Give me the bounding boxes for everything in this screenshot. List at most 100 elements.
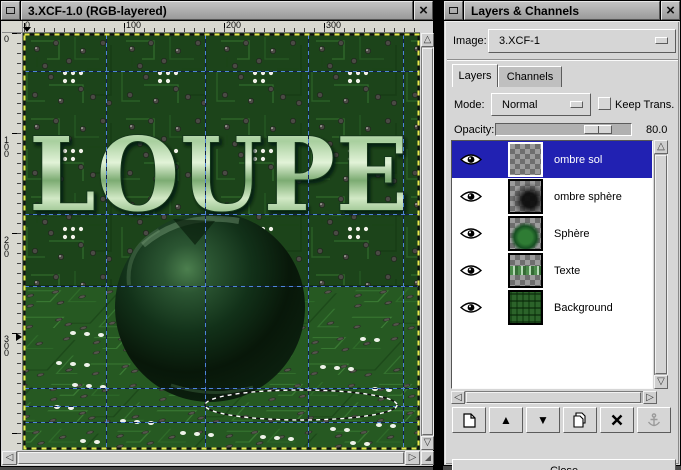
layer-list: ombre sol ombre sphère Sphère bbox=[451, 140, 653, 389]
layer-row-sphere[interactable]: Sphère bbox=[452, 215, 652, 252]
separator bbox=[447, 59, 678, 61]
horizontal-ruler[interactable]: 0 100 200 300 bbox=[23, 21, 420, 33]
dialog-titlebar[interactable]: Layers & Channels × bbox=[444, 1, 680, 21]
layer-row-ombre-sphere[interactable]: ombre sphère bbox=[452, 178, 652, 215]
image-window-title: 3.XCF-1.0 (RGB-layered) bbox=[21, 1, 413, 20]
layer-name[interactable]: ombre sphère bbox=[554, 178, 622, 215]
visibility-eye-icon[interactable] bbox=[460, 264, 482, 277]
new-layer-button[interactable] bbox=[452, 407, 486, 433]
layer-name[interactable]: Texte bbox=[554, 252, 580, 289]
v-ruler-label: 0 bbox=[4, 36, 12, 43]
tab-label: Layers bbox=[458, 70, 491, 82]
mode-select[interactable]: Normal bbox=[491, 93, 591, 116]
scroll-left-icon[interactable]: ◁ bbox=[451, 391, 465, 404]
tab-layers[interactable]: Layers bbox=[452, 64, 498, 87]
window-gap bbox=[433, 0, 443, 470]
canvas-artwork: LOUPE bbox=[23, 33, 420, 450]
ruler-position-marker bbox=[16, 333, 22, 341]
lower-layer-button[interactable]: ▼ bbox=[526, 407, 560, 433]
close-icon: × bbox=[666, 3, 675, 18]
close-dialog-button[interactable]: Close bbox=[452, 459, 676, 470]
layer-row-ombre-sol[interactable]: ombre sol bbox=[452, 141, 652, 178]
opacity-value: 80.0 bbox=[646, 124, 667, 136]
ruler-corner bbox=[2, 21, 23, 33]
duplicate-layer-button[interactable] bbox=[563, 407, 597, 433]
scrollbar-thumb[interactable] bbox=[655, 155, 667, 374]
close-window-button[interactable]: × bbox=[661, 1, 680, 20]
layer-name[interactable]: Background bbox=[554, 289, 613, 326]
window-menu-button[interactable] bbox=[1, 1, 20, 20]
window-menu-button[interactable] bbox=[444, 1, 463, 20]
anchor-layer-button[interactable] bbox=[637, 407, 671, 433]
image-window-titlebar[interactable]: 3.XCF-1.0 (RGB-layered) × bbox=[1, 1, 433, 21]
scrollbar-thumb[interactable] bbox=[18, 452, 404, 464]
layers-channels-window: Layers & Channels × Image: 3.XCF-1 Layer… bbox=[443, 0, 681, 466]
opacity-slider[interactable] bbox=[495, 123, 632, 136]
close-button-label: Close bbox=[550, 465, 578, 470]
layer-row-background[interactable]: Background bbox=[452, 289, 652, 326]
close-icon: × bbox=[419, 3, 428, 18]
h-ruler-label: 300 bbox=[326, 21, 341, 30]
ruler-position-marker bbox=[23, 27, 31, 32]
layer-row-texte[interactable]: Texte bbox=[452, 252, 652, 289]
scroll-up-icon[interactable]: △ bbox=[421, 33, 434, 47]
v-ruler-label: 200 bbox=[4, 237, 12, 258]
image-label: Image: bbox=[453, 35, 487, 47]
thumbnail-checker bbox=[510, 144, 541, 175]
tab-label: Channels bbox=[507, 71, 553, 83]
keep-trans-checkbox[interactable] bbox=[598, 97, 611, 110]
scrollbar-thumb[interactable] bbox=[422, 48, 433, 435]
list-vertical-scrollbar[interactable]: △ ▽ bbox=[654, 140, 668, 389]
dialog-body: Image: 3.XCF-1 Layers Channels Mode: Nor… bbox=[445, 21, 679, 464]
lower-icon: ▼ bbox=[537, 413, 549, 427]
h-ruler-label: 100 bbox=[126, 21, 141, 30]
scroll-down-icon[interactable]: ▽ bbox=[654, 375, 668, 389]
thumbnail-background bbox=[510, 292, 541, 323]
raise-layer-button[interactable]: ▲ bbox=[489, 407, 523, 433]
layer-name[interactable]: Sphère bbox=[554, 215, 589, 252]
option-menu-indicator-icon bbox=[655, 37, 668, 44]
delete-layer-button[interactable] bbox=[600, 407, 634, 433]
duplicate-pages-icon bbox=[572, 412, 588, 428]
vertical-ruler[interactable]: 0 100 200 300 bbox=[2, 33, 23, 450]
layer-thumbnail[interactable] bbox=[508, 253, 543, 288]
image-canvas[interactable]: LOUPE bbox=[23, 33, 420, 450]
layer-name[interactable]: ombre sol bbox=[554, 141, 602, 178]
canvas-horizontal-scrollbar[interactable]: ◁ ▷ bbox=[2, 451, 420, 465]
mode-select-value: Normal bbox=[502, 99, 537, 111]
image-select[interactable]: 3.XCF-1 bbox=[488, 29, 676, 53]
option-menu-indicator-icon bbox=[570, 101, 583, 108]
navigation-corner-button[interactable] bbox=[421, 451, 434, 465]
h-ruler-label: 200 bbox=[226, 21, 241, 30]
scroll-right-icon[interactable]: ▷ bbox=[405, 451, 420, 465]
image-window: 3.XCF-1.0 (RGB-layered) × 0 100 200 300 … bbox=[0, 0, 434, 467]
visibility-eye-icon[interactable] bbox=[460, 227, 482, 240]
canvas-vertical-scrollbar[interactable]: △ ▽ bbox=[421, 33, 434, 450]
layer-thumbnail[interactable] bbox=[508, 179, 543, 214]
keep-trans-label: Keep Trans. bbox=[615, 99, 674, 111]
visibility-eye-icon[interactable] bbox=[460, 153, 482, 166]
layer-thumbnail[interactable] bbox=[508, 216, 543, 251]
opacity-label: Opacity: bbox=[454, 124, 494, 136]
close-window-button[interactable]: × bbox=[414, 1, 433, 20]
layer-thumbnail[interactable] bbox=[508, 142, 543, 177]
opacity-slider-handle[interactable] bbox=[584, 125, 612, 134]
list-horizontal-scrollbar[interactable]: ◁ ▷ bbox=[451, 391, 657, 404]
scroll-right-icon[interactable]: ▷ bbox=[643, 391, 657, 404]
nav-triangle-icon bbox=[425, 455, 431, 461]
scrollbar-thumb[interactable] bbox=[466, 392, 641, 403]
anchor-icon bbox=[647, 413, 661, 428]
raise-icon: ▲ bbox=[500, 413, 512, 427]
thumbnail-sphere bbox=[510, 218, 541, 249]
visibility-eye-icon[interactable] bbox=[460, 301, 482, 314]
scroll-up-icon[interactable]: △ bbox=[654, 140, 668, 154]
tab-channels[interactable]: Channels bbox=[498, 66, 562, 87]
new-page-icon bbox=[463, 413, 476, 428]
canvas-text: LOUPE bbox=[29, 115, 409, 234]
delete-x-icon bbox=[611, 414, 623, 426]
layer-thumbnail[interactable] bbox=[508, 290, 543, 325]
scroll-left-icon[interactable]: ◁ bbox=[2, 451, 17, 465]
visibility-eye-icon[interactable] bbox=[460, 190, 482, 203]
scroll-down-icon[interactable]: ▽ bbox=[421, 436, 434, 450]
v-ruler-label: 100 bbox=[4, 137, 12, 158]
